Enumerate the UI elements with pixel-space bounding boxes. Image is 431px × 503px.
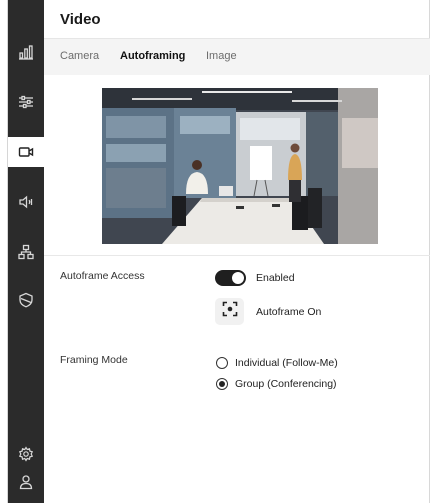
sidebar-item-user[interactable] bbox=[8, 467, 44, 497]
sidebar-item-security[interactable] bbox=[8, 285, 44, 315]
tab-autoframing[interactable]: Autoframing bbox=[120, 50, 185, 62]
framing-group-label[interactable]: Group (Conferencing) bbox=[235, 378, 337, 390]
autoframe-focus-icon bbox=[222, 301, 238, 322]
framing-group-radio[interactable] bbox=[216, 378, 228, 390]
page-title: Video bbox=[60, 11, 101, 28]
framing-individual-label[interactable]: Individual (Follow-Me) bbox=[235, 357, 338, 369]
framing-individual-radio[interactable] bbox=[216, 357, 228, 369]
sidebar-item-statistics[interactable] bbox=[8, 37, 44, 67]
sidebar bbox=[8, 0, 44, 503]
bar-chart-icon bbox=[18, 44, 34, 60]
sidebar-item-audio[interactable] bbox=[8, 187, 44, 217]
shield-icon bbox=[18, 292, 34, 308]
tab-bar: Camera Autoframing Image bbox=[44, 39, 430, 75]
sliders-icon bbox=[18, 94, 34, 110]
main-panel: Video Camera Autoframing Image Autoframe… bbox=[44, 0, 430, 503]
gear-icon bbox=[18, 446, 34, 462]
autoframe-status-text: Autoframe On bbox=[256, 306, 322, 318]
network-icon bbox=[18, 244, 34, 260]
toggle-knob bbox=[232, 272, 244, 284]
tab-camera[interactable]: Camera bbox=[60, 50, 99, 62]
speaker-icon bbox=[18, 194, 34, 210]
autoframe-toggle-text: Enabled bbox=[256, 272, 295, 284]
window-left-edge bbox=[0, 0, 8, 503]
video-camera-icon bbox=[18, 144, 34, 160]
sidebar-item-video[interactable] bbox=[8, 137, 44, 167]
autoframe-access-toggle[interactable] bbox=[215, 270, 246, 286]
camera-preview-image bbox=[102, 88, 378, 244]
tab-image[interactable]: Image bbox=[206, 50, 237, 62]
sidebar-item-network[interactable] bbox=[8, 237, 44, 267]
autoframe-status-box bbox=[215, 298, 244, 325]
section-divider bbox=[44, 255, 430, 256]
autoframe-access-label: Autoframe Access bbox=[60, 270, 145, 282]
framing-mode-label: Framing Mode bbox=[60, 354, 128, 366]
sidebar-item-settings[interactable] bbox=[8, 87, 44, 117]
sidebar-item-gear[interactable] bbox=[8, 439, 44, 469]
user-icon bbox=[18, 474, 34, 490]
